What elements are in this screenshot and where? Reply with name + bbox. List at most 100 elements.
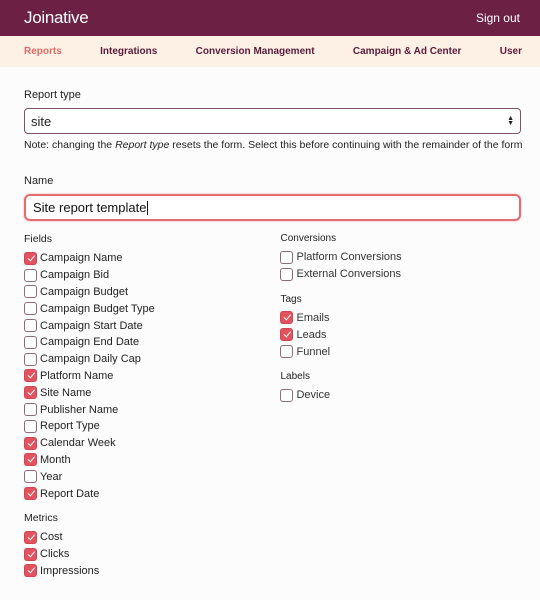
options-columns: Fields Campaign Name Campaign Bid Campaign… bbox=[24, 233, 520, 579]
labels-title: Labels bbox=[280, 370, 310, 382]
left-column: Fields Campaign Name Campaign Bid Campaign… bbox=[24, 233, 280, 579]
conversions-title: Conversions bbox=[280, 233, 337, 244]
checkbox-label: Campaign End Date bbox=[40, 336, 140, 349]
text-caret bbox=[147, 200, 149, 215]
checkbox-row[interactable]: Platform Name bbox=[24, 368, 280, 385]
nav-integrations[interactable]: Integrations bbox=[100, 46, 157, 57]
checkbox-unchecked[interactable] bbox=[24, 419, 37, 433]
checkbox-label: Clicks bbox=[40, 548, 70, 561]
checkbox-row[interactable]: External Conversions bbox=[280, 266, 520, 283]
checkbox-label: Campaign Bid bbox=[40, 269, 110, 282]
checkbox-unchecked[interactable] bbox=[24, 285, 37, 299]
right-column: Conversions Platform Conversions External… bbox=[280, 233, 520, 579]
sign-out-link[interactable]: Sign out bbox=[476, 11, 520, 25]
checkbox-label: Publisher Name bbox=[40, 403, 119, 416]
checkbox-unchecked[interactable] bbox=[24, 335, 37, 349]
checkbox-unchecked[interactable] bbox=[280, 267, 294, 281]
checkbox-unchecked[interactable] bbox=[24, 352, 37, 366]
checkbox-label: Platform Conversions bbox=[296, 251, 402, 264]
fields-list: Campaign Name Campaign Bid Campaign Budget… bbox=[24, 250, 280, 502]
checkbox-row[interactable]: Report Date bbox=[24, 485, 280, 502]
note-text-suffix: resets the form. Select this before cont… bbox=[169, 139, 523, 151]
checkbox-checked[interactable] bbox=[24, 487, 37, 501]
checkbox-label: Funnel bbox=[296, 345, 331, 358]
checkbox-row[interactable]: Campaign Budget Type bbox=[24, 300, 280, 317]
checkbox-unchecked[interactable] bbox=[24, 470, 37, 484]
checkbox-label: Month bbox=[40, 453, 71, 466]
name-input[interactable]: Site report template bbox=[24, 194, 521, 221]
checkbox-row[interactable]: Device bbox=[280, 387, 520, 404]
report-form: Report type site ▲ ▼ Note: changing the R… bbox=[0, 67, 540, 579]
name-label: Name bbox=[24, 175, 54, 187]
checkbox-row[interactable]: Campaign Bid bbox=[24, 267, 280, 284]
checkbox-row[interactable]: Year bbox=[24, 468, 280, 485]
brand-logo[interactable]: Joinative bbox=[24, 8, 89, 28]
checkbox-row[interactable]: Emails bbox=[280, 310, 520, 327]
checkbox-label: Report Date bbox=[40, 487, 100, 500]
checkbox-checked[interactable] bbox=[24, 436, 37, 450]
report-type-value: site bbox=[31, 113, 52, 129]
tags-list: Emails Leads Funnel bbox=[280, 310, 520, 360]
checkbox-label: Campaign Start Date bbox=[40, 319, 143, 332]
checkbox-checked[interactable] bbox=[24, 530, 37, 544]
checkbox-row[interactable]: Impressions bbox=[24, 563, 280, 580]
nav-user[interactable]: User bbox=[500, 46, 522, 57]
checkbox-label: Report Type bbox=[40, 420, 100, 433]
checkbox-row[interactable]: Leads bbox=[280, 326, 520, 343]
checkbox-row[interactable]: Cost bbox=[24, 529, 280, 546]
checkbox-label: External Conversions bbox=[296, 268, 402, 281]
report-type-label: Report type bbox=[24, 89, 81, 101]
checkbox-row[interactable]: Campaign Budget bbox=[24, 284, 280, 301]
conversions-list: Platform Conversions External Conversions bbox=[280, 249, 520, 283]
checkbox-unchecked[interactable] bbox=[24, 302, 37, 316]
note-text-prefix: Note: changing the bbox=[24, 139, 116, 151]
checkbox-checked[interactable] bbox=[280, 311, 294, 325]
tags-title: Tags bbox=[280, 293, 302, 305]
checkbox-unchecked[interactable] bbox=[280, 345, 294, 359]
checkbox-checked[interactable] bbox=[280, 328, 294, 342]
checkbox-label: Impressions bbox=[40, 564, 100, 577]
checkbox-unchecked[interactable] bbox=[280, 250, 294, 264]
checkbox-label: Platform Name bbox=[40, 369, 114, 382]
fields-title: Fields bbox=[24, 233, 53, 245]
checkbox-row[interactable]: Site Name bbox=[24, 384, 280, 401]
checkbox-row[interactable]: Funnel bbox=[280, 343, 520, 360]
checkbox-label: Site Name bbox=[40, 386, 92, 399]
metrics-list: Cost Clicks Impressions bbox=[24, 529, 280, 579]
checkbox-label: Leads bbox=[296, 328, 327, 341]
top-bar: Joinative Sign out bbox=[0, 0, 540, 36]
checkbox-row[interactable]: Campaign Name bbox=[24, 250, 280, 267]
checkbox-row[interactable]: Calendar Week bbox=[24, 435, 280, 452]
checkbox-label: Campaign Budget bbox=[40, 285, 129, 298]
checkbox-row[interactable]: Platform Conversions bbox=[280, 249, 520, 266]
nav-conversion-management[interactable]: Conversion Management bbox=[196, 46, 315, 57]
checkbox-row[interactable]: Publisher Name bbox=[24, 401, 280, 418]
report-type-select[interactable]: site ▲ ▼ bbox=[24, 108, 521, 134]
checkbox-unchecked[interactable] bbox=[24, 403, 37, 417]
checkbox-row[interactable]: Clicks bbox=[24, 546, 280, 563]
checkbox-label: Year bbox=[40, 470, 63, 483]
checkbox-row[interactable]: Report Type bbox=[24, 418, 280, 435]
checkbox-row[interactable]: Campaign Daily Cap bbox=[24, 351, 280, 368]
select-arrows-icon: ▲ ▼ bbox=[507, 115, 514, 127]
checkbox-label: Campaign Name bbox=[40, 252, 123, 265]
checkbox-checked[interactable] bbox=[24, 547, 37, 561]
checkbox-row[interactable]: Month bbox=[24, 452, 280, 469]
nav-campaign-ad-center[interactable]: Campaign & Ad Center bbox=[353, 46, 462, 57]
checkbox-checked[interactable] bbox=[24, 386, 37, 400]
note-text-emphasis: Report type bbox=[115, 139, 170, 151]
checkbox-unchecked[interactable] bbox=[280, 388, 294, 402]
checkbox-row[interactable]: Campaign Start Date bbox=[24, 317, 280, 334]
checkbox-checked[interactable] bbox=[24, 453, 37, 467]
checkbox-row[interactable]: Campaign End Date bbox=[24, 334, 280, 351]
checkbox-unchecked[interactable] bbox=[24, 268, 37, 282]
metrics-title: Metrics bbox=[24, 511, 58, 524]
checkbox-checked[interactable] bbox=[24, 251, 37, 265]
name-input-value: Site report template bbox=[33, 200, 147, 215]
checkbox-unchecked[interactable] bbox=[24, 319, 37, 333]
checkbox-checked[interactable] bbox=[24, 564, 37, 578]
checkbox-checked[interactable] bbox=[24, 369, 37, 383]
report-type-note: Note: changing the Report type resets th… bbox=[24, 137, 524, 154]
nav-reports[interactable]: Reports bbox=[24, 46, 62, 57]
checkbox-label: Campaign Budget Type bbox=[40, 302, 155, 315]
